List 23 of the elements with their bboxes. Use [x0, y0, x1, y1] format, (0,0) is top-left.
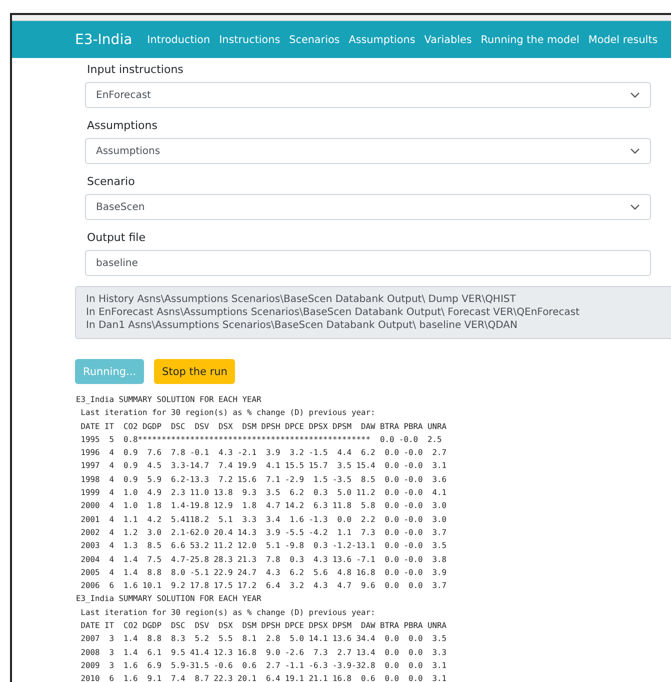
dropdown[interactable]: BaseScen — [85, 194, 651, 220]
brand-link[interactable]: E3-India — [75, 32, 132, 48]
field-label: Scenario — [87, 175, 136, 189]
chevron-down-icon — [630, 204, 640, 210]
field-label: Input instructions — [87, 63, 184, 77]
nav-link[interactable]: Scenarios — [289, 34, 340, 46]
nav-link[interactable]: Running the model — [480, 34, 580, 46]
dropdown[interactable]: Assumptions — [85, 138, 651, 164]
nav-link[interactable]: Assumptions — [348, 34, 416, 46]
info-text: In EnForecast Asns\Assumptions Scenarios\BaseScen Databank Output\ Forecast VER\QEnForecast — [86, 306, 580, 319]
info-text: In Dan1 Asns\Assumptions Scenarios\BaseScen Databank Output\ baseline VER\QDAN — [86, 319, 518, 332]
input-field[interactable]: baseline — [85, 250, 651, 276]
stop-button[interactable]: Stop the run — [154, 359, 236, 384]
nav-link[interactable]: Variables — [424, 34, 472, 46]
field-label: Output file — [87, 231, 146, 245]
nav-link[interactable]: Instructions — [219, 34, 280, 46]
dropdown[interactable]: EnForecast — [85, 82, 651, 108]
nav-link[interactable]: Model results — [588, 34, 658, 46]
chevron-down-icon — [630, 148, 640, 154]
field-label: Assumptions — [87, 119, 158, 133]
info-text: In History Asns\Assumptions Scenarios\BaseScen Databank Output\ Dump VER\QHIST — [86, 293, 517, 306]
chevron-down-icon — [630, 92, 640, 98]
nav-link[interactable]: Introduction — [147, 34, 210, 46]
